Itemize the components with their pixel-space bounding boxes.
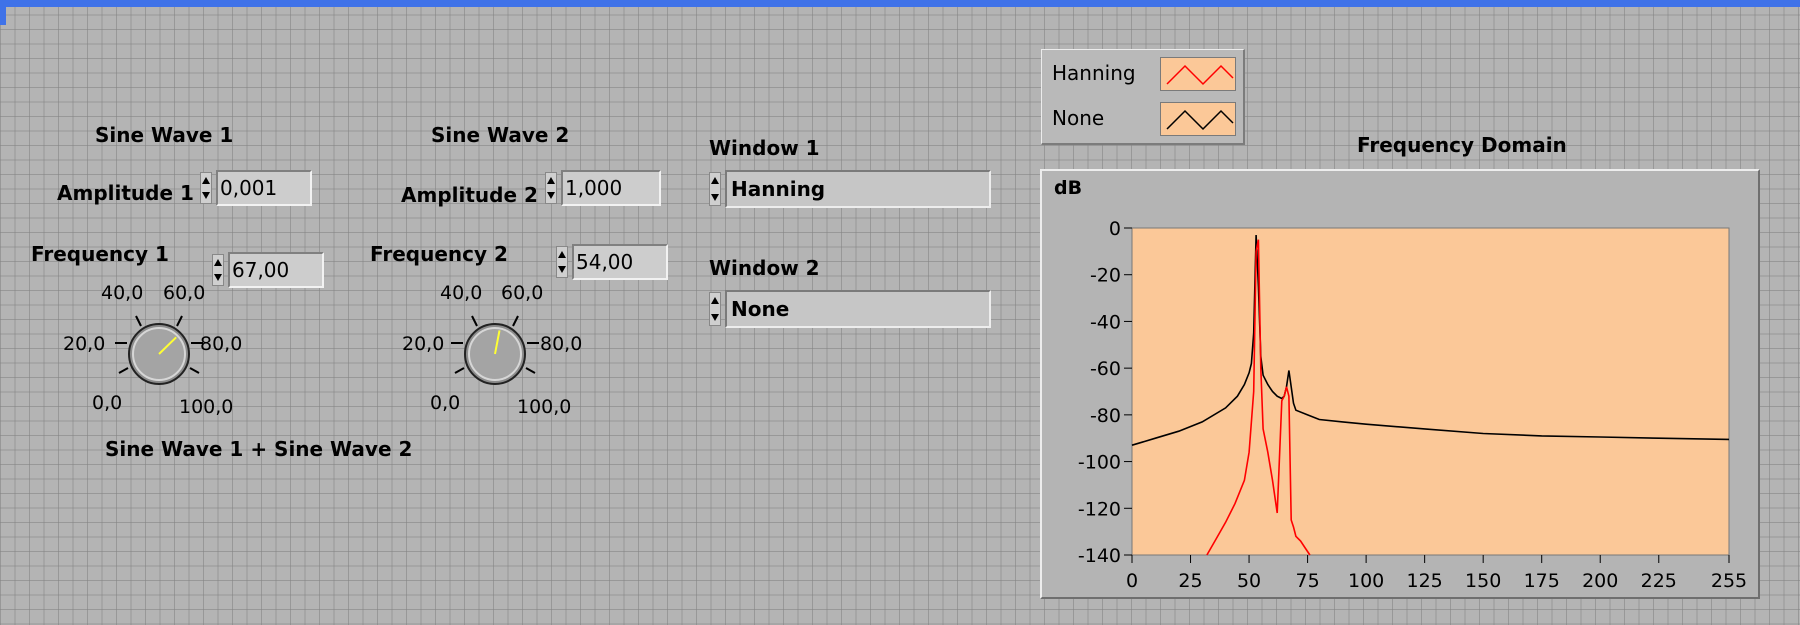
frequency-1-field[interactable]: 67,00 [228,252,324,288]
window-2-spinner[interactable] [709,292,721,326]
amplitude-1-label: Amplitude 1 [57,181,194,205]
window-2-select[interactable]: None [725,290,991,328]
y-tick-label: -60 [1090,358,1121,380]
y-tick-label: 0 [1109,218,1121,240]
x-tick-label: 225 [1641,570,1677,592]
increment-arrow-icon[interactable] [547,177,555,184]
amplitude-2-control: 1,000 [545,170,661,206]
increment-arrow-icon[interactable] [202,177,210,184]
knob-2-scale-20: 20,0 [402,333,445,355]
frequency-2-spinner[interactable] [556,246,568,278]
none-line-swatch-icon [1160,102,1236,136]
x-tick-label: 125 [1407,570,1443,592]
frequency-2-knob[interactable] [442,301,548,407]
amplitude-2-label: Amplitude 2 [401,183,538,207]
y-tick-label: -20 [1090,265,1121,287]
legend-item-none[interactable]: None [1042,98,1242,142]
sum-label: Sine Wave 1 + Sine Wave 2 [105,437,413,461]
window-1-select[interactable]: Hanning [725,170,991,208]
x-tick-label: 75 [1295,570,1319,592]
frequency-1-spinner[interactable] [212,254,224,286]
sine-wave-1-title: Sine Wave 1 [95,123,234,147]
hanning-line-swatch-icon [1160,57,1236,91]
chart-title: Frequency Domain [1357,133,1567,157]
window-2-ring: None [709,290,991,328]
x-tick-label: 150 [1465,570,1501,592]
plot-legend: Hanning None [1041,49,1245,145]
x-tick-label: 25 [1178,570,1202,592]
knob-1-scale-20: 20,0 [63,333,106,355]
frequency-2-field[interactable]: 54,00 [572,244,668,280]
y-tick-label: -40 [1090,311,1121,333]
y-tick-label: -100 [1078,452,1121,474]
increment-arrow-icon[interactable] [711,177,719,184]
x-tick-label: 50 [1237,570,1261,592]
window-2-label: Window 2 [709,256,820,280]
decrement-arrow-icon[interactable] [214,274,222,281]
amplitude-2-field[interactable]: 1,000 [561,170,661,206]
legend-label: None [1052,106,1105,130]
legend-item-hanning[interactable]: Hanning [1042,53,1242,97]
legend-label: Hanning [1052,61,1136,85]
amplitude-1-control: 0,001 [200,170,312,206]
decrement-arrow-icon[interactable] [711,194,719,201]
x-tick-label: 0 [1126,570,1138,592]
amplitude-1-spinner[interactable] [200,172,212,204]
decrement-arrow-icon[interactable] [547,192,555,199]
plot-area [1131,227,1730,556]
frequency-1-label: Frequency 1 [31,242,169,266]
y-tick-label: -140 [1078,545,1121,567]
x-tick-label: 255 [1711,570,1747,592]
y-tick-label: -80 [1090,405,1121,427]
increment-arrow-icon[interactable] [214,259,222,266]
title-bar [0,0,1800,7]
frequency-2-control: 54,00 [556,244,668,280]
amplitude-2-spinner[interactable] [545,172,557,204]
increment-arrow-icon[interactable] [711,297,719,304]
decrement-arrow-icon[interactable] [202,192,210,199]
increment-arrow-icon[interactable] [558,251,566,258]
decrement-arrow-icon[interactable] [711,314,719,321]
window-1-spinner[interactable] [709,172,721,206]
y-tick-label: -120 [1078,498,1121,520]
frequency-1-control: 67,00 [212,252,324,288]
x-tick-label: 175 [1524,570,1560,592]
decrement-arrow-icon[interactable] [558,266,566,273]
window-1-label: Window 1 [709,136,820,160]
chart-svg[interactable]: 0-20-40-60-80-100-120-1400 25 50 75 100 125 15… [1042,171,1758,597]
title-bar-edge [0,0,6,25]
amplitude-1-field[interactable]: 0,001 [216,170,312,206]
frequency-2-label: Frequency 2 [370,242,508,266]
sine-wave-2-title: Sine Wave 2 [431,123,570,147]
x-tick-label: 200 [1582,570,1618,592]
frequency-1-knob[interactable] [106,301,212,407]
frequency-domain-graph: dB 0 -20 -40 -60 -80 -100 -120 -140 0 25 50 75 100 12… [1040,169,1760,599]
window-1-ring: Hanning [709,170,991,208]
x-tick-label: 100 [1348,570,1384,592]
